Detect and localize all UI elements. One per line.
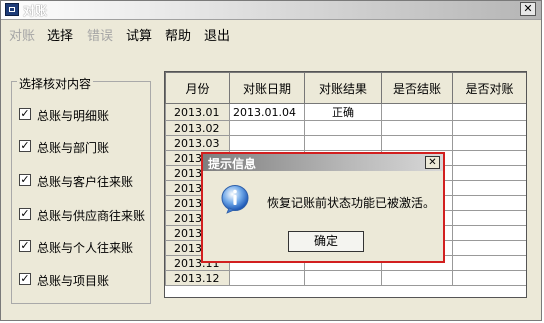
title-bar[interactable]: 对账 ✕	[1, 1, 541, 20]
table-cell[interactable]	[452, 240, 526, 256]
table-cell[interactable]	[304, 120, 382, 136]
table-cell[interactable]	[452, 180, 526, 196]
menu-trial-balance[interactable]: 试算	[126, 25, 152, 44]
table-cell[interactable]	[452, 225, 526, 241]
table-cell[interactable]: 2013.01.04	[229, 103, 305, 121]
menu-errors[interactable]: 错误	[87, 25, 113, 44]
table-cell[interactable]	[452, 270, 526, 286]
table-cell[interactable]	[229, 120, 305, 136]
app-icon	[5, 3, 19, 16]
checkbox[interactable]: ✓	[19, 208, 31, 220]
dialog-title-bar[interactable]: 提示信息 ✕	[203, 154, 443, 171]
table-cell[interactable]: 2013.01	[165, 103, 230, 121]
info-dialog: 提示信息 ✕ 恢复记账前状态功能已被激活。 确定	[201, 152, 445, 263]
table-cell[interactable]	[229, 135, 305, 151]
checkbox[interactable]: ✓	[19, 140, 31, 152]
menu-bar: 对账 选择 错误 试算 帮助 退出	[1, 20, 541, 44]
col-month[interactable]: 月份	[165, 72, 230, 104]
info-icon	[221, 185, 249, 214]
ok-button[interactable]: 确定	[288, 231, 364, 252]
table-cell[interactable]	[381, 270, 453, 286]
col-closed[interactable]: 是否结账	[381, 72, 453, 104]
menu-exit[interactable]: 退出	[204, 25, 230, 44]
table-cell[interactable]	[452, 210, 526, 226]
checkbox[interactable]: ✓	[19, 240, 31, 252]
dialog-message: 恢复记账前状态功能已被激活。	[267, 196, 436, 210]
reconcile-window: 对账 ✕ 对账 选择 错误 试算 帮助 退出 选择核对内容 ✓ 总账与明细账 ✓…	[0, 0, 542, 321]
col-result[interactable]: 对账结果	[304, 72, 382, 104]
table-cell[interactable]	[452, 255, 526, 271]
header-row: 月份 对账日期 对账结果 是否结账 是否对账	[165, 72, 526, 104]
table-cell[interactable]	[381, 103, 453, 121]
dialog-title: 提示信息	[208, 157, 257, 171]
dialog-close-button[interactable]: ✕	[425, 156, 440, 169]
table-cell[interactable]	[452, 120, 526, 136]
table-cell[interactable]	[452, 150, 526, 166]
table-cell[interactable]	[304, 135, 382, 151]
table-row[interactable]: 2013.02	[165, 120, 526, 136]
close-button[interactable]: ✕	[520, 2, 536, 16]
checkbox[interactable]: ✓	[19, 273, 31, 285]
checkbox[interactable]: ✓	[19, 174, 31, 186]
table-cell[interactable]	[229, 270, 305, 286]
table-cell[interactable]	[452, 135, 526, 151]
col-reconciled[interactable]: 是否对账	[452, 72, 526, 104]
window-title: 对账	[23, 4, 48, 18]
table-row[interactable]: 2013.01 2013.01.04 正确	[165, 103, 526, 121]
menu-help[interactable]: 帮助	[165, 25, 191, 44]
table-cell[interactable]: 2013.02	[165, 120, 230, 136]
table-cell[interactable]	[304, 270, 382, 286]
table-cell[interactable]	[452, 103, 526, 121]
col-check-date[interactable]: 对账日期	[229, 72, 305, 104]
checkbox-label: 总账与供应商往来账	[37, 209, 146, 223]
table-cell[interactable]: 2013.03	[165, 135, 230, 151]
checkbox-label: 总账与客户往来账	[37, 175, 134, 189]
table-row[interactable]: 2013.12	[165, 270, 526, 286]
table-cell[interactable]: 正确	[304, 103, 382, 121]
table-cell[interactable]	[381, 135, 453, 151]
table-cell[interactable]	[452, 165, 526, 181]
table-row[interactable]: 2013.03	[165, 135, 526, 151]
group-legend: 选择核对内容	[17, 75, 94, 92]
table-cell[interactable]	[381, 120, 453, 136]
table-cell[interactable]: 2013.12	[165, 270, 230, 286]
checkbox-label: 总账与项目账	[37, 274, 110, 288]
menu-select[interactable]: 选择	[47, 25, 73, 44]
checkbox-label: 总账与个人往来账	[37, 241, 134, 255]
checkbox[interactable]: ✓	[19, 108, 31, 120]
menu-reconcile[interactable]: 对账	[9, 25, 35, 44]
checkbox-label: 总账与明细账	[37, 109, 110, 123]
table-cell[interactable]	[452, 195, 526, 211]
checkbox-label: 总账与部门账	[37, 141, 110, 155]
